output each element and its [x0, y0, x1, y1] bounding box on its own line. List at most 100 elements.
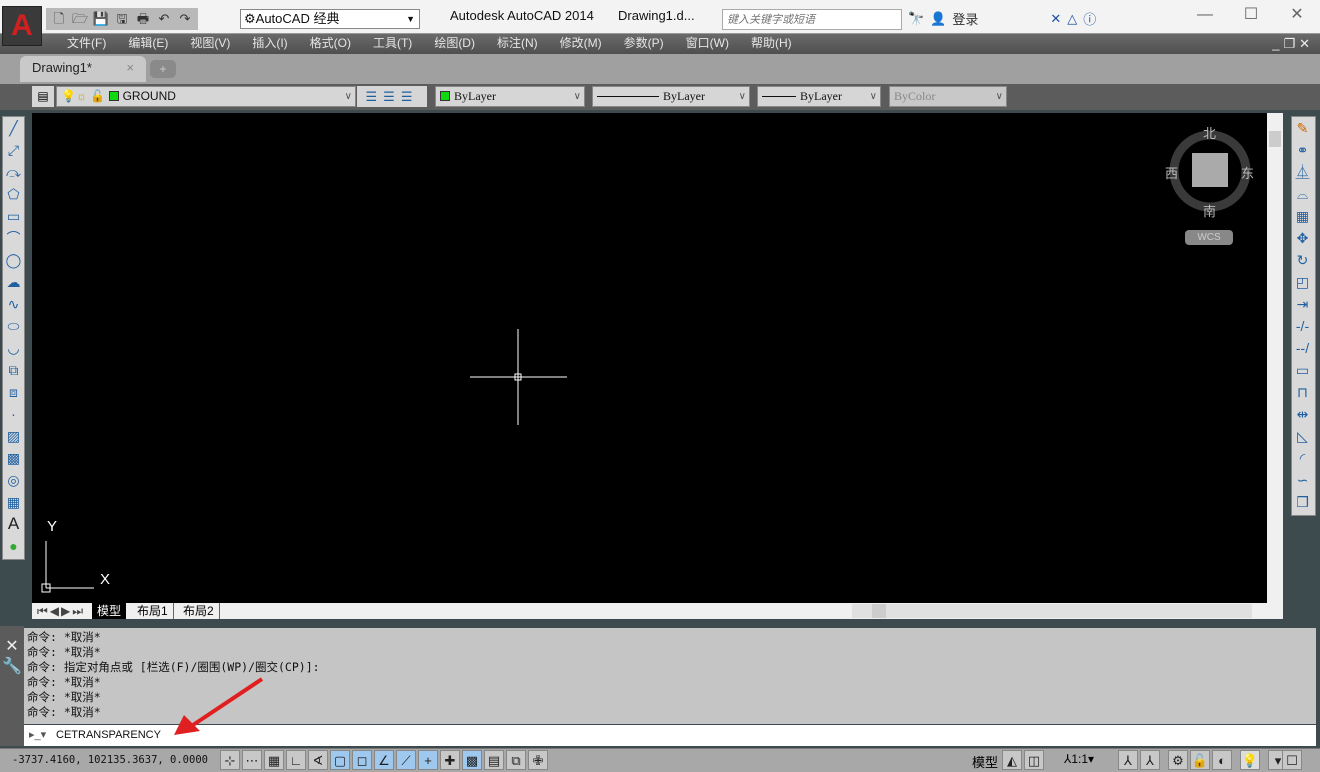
- transparency-toggle[interactable]: ▩: [462, 750, 482, 770]
- arc-icon[interactable]: ⌒: [3, 227, 24, 249]
- tab-layout2[interactable]: 布局2: [178, 603, 220, 619]
- layer-properties-icon[interactable]: ▤: [32, 86, 54, 107]
- circle-icon[interactable]: ◯: [3, 249, 24, 271]
- user-icon[interactable]: 👤: [930, 11, 946, 27]
- hardware-acceleration-icon[interactable]: ◐: [1212, 750, 1232, 770]
- command-prompt-icon[interactable]: ▸_▾: [29, 725, 46, 746]
- region-icon[interactable]: ◎: [3, 469, 24, 491]
- command-window-handle[interactable]: ✕ 🔧: [0, 626, 24, 746]
- infer-constraints-toggle[interactable]: ⊹: [220, 750, 240, 770]
- workspace-dropdown[interactable]: ⚙AutoCAD 经典 ▼: [240, 9, 420, 29]
- tab-model[interactable]: 模型: [92, 603, 127, 619]
- ducs-toggle[interactable]: ⟋: [396, 750, 416, 770]
- add-selected-icon[interactable]: ●: [3, 535, 24, 557]
- quick-properties-toggle[interactable]: ▤: [484, 750, 504, 770]
- blend-icon[interactable]: ∽: [1292, 469, 1313, 491]
- selection-cycling-toggle[interactable]: ⧉: [506, 750, 526, 770]
- break-at-point-icon[interactable]: ▭: [1292, 359, 1313, 381]
- offset-icon[interactable]: ⌓: [1292, 183, 1313, 205]
- quick-view-drawings[interactable]: ◫: [1024, 750, 1044, 770]
- linetype-dropdown[interactable]: ByLayer ∨: [592, 86, 750, 107]
- login-button[interactable]: 登录: [952, 9, 978, 28]
- wrench-icon[interactable]: 🔧: [0, 656, 24, 676]
- menu-help[interactable]: 帮助(H): [740, 34, 803, 54]
- snap-toggle[interactable]: ⋯: [242, 750, 262, 770]
- menu-modify[interactable]: 修改(M): [549, 34, 613, 54]
- maximize-button[interactable]: ☐: [1228, 0, 1274, 32]
- stretch-icon[interactable]: ⇥: [1292, 293, 1313, 315]
- chamfer-icon[interactable]: ◺: [1292, 425, 1313, 447]
- help-icon[interactable]: ⓘ: [1083, 9, 1096, 28]
- binoculars-icon[interactable]: 🔭: [908, 11, 924, 27]
- viewcube-west[interactable]: 西: [1165, 163, 1178, 182]
- table-icon[interactable]: ▦: [3, 491, 24, 513]
- menu-edit[interactable]: 编辑(E): [117, 34, 179, 54]
- line-icon[interactable]: ╱: [3, 117, 24, 139]
- horizontal-scrollbar[interactable]: [852, 604, 1252, 618]
- application-menu-button[interactable]: A: [2, 6, 42, 46]
- polar-toggle[interactable]: ∢: [308, 750, 328, 770]
- spline-icon[interactable]: ∿: [3, 293, 24, 315]
- close-tab-icon[interactable]: ×: [126, 60, 134, 75]
- viewcube-south[interactable]: 南: [1203, 201, 1216, 220]
- workspace-switching-gear-icon[interactable]: ⚙: [1168, 750, 1188, 770]
- toolbar-lock-icon[interactable]: 🔓: [1190, 750, 1210, 770]
- vertical-scrollbar[interactable]: [1267, 113, 1283, 603]
- print-icon[interactable]: 🖶: [134, 10, 152, 28]
- clean-screen-button[interactable]: ☐: [1282, 750, 1302, 770]
- layout-nav-arrows[interactable]: ⏮◀▶⏭: [32, 603, 90, 619]
- point-icon[interactable]: ·: [3, 403, 24, 425]
- polygon-icon[interactable]: ⬠: [3, 183, 24, 205]
- menu-parametric[interactable]: 参数(P): [613, 34, 675, 54]
- hatch-icon[interactable]: ▨: [3, 425, 24, 447]
- saveas-icon[interactable]: 🖫: [113, 10, 131, 28]
- menu-window[interactable]: 窗口(W): [675, 34, 740, 54]
- drawing-canvas[interactable]: Y X 北 南 东 西 WCS: [32, 113, 1267, 603]
- coordinates-readout[interactable]: -3737.4160, 102135.3637, 0.0000: [12, 754, 208, 766]
- grid-toggle[interactable]: ▦: [264, 750, 284, 770]
- layer-tools[interactable]: ☰☰☰: [357, 86, 427, 107]
- join-icon[interactable]: ⇹: [1292, 403, 1313, 425]
- menu-draw[interactable]: 绘图(D): [423, 34, 486, 54]
- make-block-icon[interactable]: ⧈: [3, 381, 24, 403]
- close-button[interactable]: ✕: [1274, 0, 1320, 32]
- annotation-visibility[interactable]: ⅄: [1118, 750, 1138, 770]
- tab-layout1[interactable]: 布局1: [132, 603, 174, 619]
- gradient-icon[interactable]: ▩: [3, 447, 24, 469]
- menu-format[interactable]: 格式(O): [299, 34, 362, 54]
- ortho-toggle[interactable]: ∟: [286, 750, 306, 770]
- rotate-icon[interactable]: ↻: [1292, 249, 1313, 271]
- color-dropdown[interactable]: ByLayer ∨: [435, 86, 585, 107]
- layer-dropdown[interactable]: 💡☼ 🔓 GROUND ∨: [56, 86, 356, 107]
- copy-icon[interactable]: ⚭: [1292, 139, 1313, 161]
- xline-icon[interactable]: ⤢: [3, 139, 24, 161]
- undo-icon[interactable]: ↶: [155, 10, 173, 28]
- lineweight-toggle[interactable]: ✚: [440, 750, 460, 770]
- rectangle-icon[interactable]: ▭: [3, 205, 24, 227]
- document-window-controls[interactable]: _❐✕: [1272, 34, 1314, 53]
- minimize-button[interactable]: —: [1182, 0, 1228, 32]
- close-icon[interactable]: ✕: [0, 636, 24, 656]
- scale-icon[interactable]: ◰: [1292, 271, 1313, 293]
- ellipse-arc-icon[interactable]: ◡: [3, 337, 24, 359]
- move-icon[interactable]: ✥: [1292, 227, 1313, 249]
- explode-icon[interactable]: ❒: [1292, 491, 1313, 513]
- insert-block-icon[interactable]: ⧉: [3, 359, 24, 381]
- trim-icon[interactable]: -/-: [1292, 315, 1313, 337]
- open-icon[interactable]: 🗁: [71, 10, 89, 28]
- osnap-toggle[interactable]: ▢: [330, 750, 350, 770]
- polyline-icon[interactable]: ⤼: [3, 161, 24, 183]
- revcloud-icon[interactable]: ☁: [3, 271, 24, 293]
- otrack-toggle[interactable]: ∠: [374, 750, 394, 770]
- annotation-monitor-toggle[interactable]: ✙: [528, 750, 548, 770]
- auto-scale[interactable]: ⅄: [1140, 750, 1160, 770]
- dyn-toggle[interactable]: +: [418, 750, 438, 770]
- array-icon[interactable]: ▦: [1292, 205, 1313, 227]
- erase-icon[interactable]: ✎: [1292, 117, 1313, 139]
- menu-file[interactable]: 文件(F): [56, 34, 117, 54]
- viewcube-north[interactable]: 北: [1203, 123, 1216, 142]
- lineweight-dropdown[interactable]: ByLayer ∨: [757, 86, 881, 107]
- mirror-icon[interactable]: ⏅: [1292, 161, 1313, 183]
- tab-drawing1[interactable]: Drawing1* ×: [20, 56, 146, 82]
- fillet-icon[interactable]: ◜: [1292, 447, 1313, 469]
